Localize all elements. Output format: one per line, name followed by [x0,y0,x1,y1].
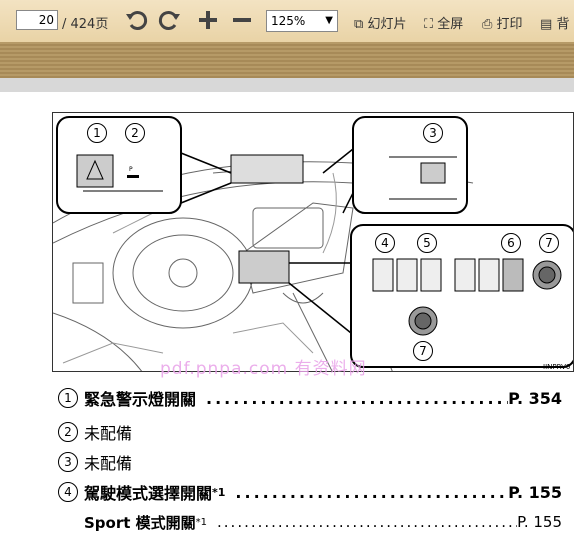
decorative-band [0,42,574,78]
page-reference[interactable]: P. 155 [508,483,562,502]
background-label: 背 [556,17,570,32]
background-icon: ▤ [540,17,553,32]
zoom-select[interactable]: 125% ▼ [266,10,338,32]
leader-dots: .................................. [235,482,508,502]
callout-2: 2 [125,123,145,143]
item-label: 駕駛模式選擇開關 [84,484,213,503]
item-label: Sport 模式開關 [84,513,196,532]
callout-3: 3 [423,123,443,143]
item-number: 1 [58,388,78,408]
figure-code: IINPRV0 [543,363,570,371]
item-number: 3 [58,452,78,472]
footnote-marker: *1 [212,485,226,499]
rotate-right-icon[interactable] [156,4,184,36]
list-item: 1 緊急警示燈開關 ..............................… [58,386,562,410]
document-page: P IINPRV0 1 2 3 4 5 6 7 7 pdf.pnpa.com 有… [0,92,574,542]
page-reference[interactable]: P. 354 [508,389,562,408]
slideshow-icon: ⧉ [354,17,364,32]
print-label: 打印 [496,17,523,32]
page-total: / 424页 [62,17,109,32]
page-reference[interactable]: P. 155 [517,513,562,531]
list-item: 2 未配備 [58,420,132,444]
callout-6: 6 [501,233,521,253]
list-item: 4 駕駛模式選擇開關 *1 ..........................… [58,480,562,504]
watermark: pdf.pnpa.com 有资料网 [160,359,367,379]
item-label: 未配備 [84,424,133,443]
fullscreen-button[interactable]: ⛶ 全屏 [424,13,463,32]
fullscreen-icon: ⛶ [424,17,434,32]
zoom-in-icon[interactable] [196,4,220,36]
callout-7b: 7 [413,341,433,361]
leader-dots: ........................................… [217,513,518,531]
svg-text:P: P [129,166,133,173]
callout-7a: 7 [539,233,559,253]
viewer-background [0,78,574,92]
footnote-marker: *1 [195,516,208,528]
print-button[interactable]: ⎙ 打印 [482,13,523,32]
page-number-input[interactable]: 20 [16,10,58,30]
prev-page-icon[interactable]: ) [0,12,1,27]
background-button[interactable]: ▤ 背 [540,13,569,32]
item-number: 4 [58,482,78,502]
fullscreen-label: 全屏 [437,17,464,32]
callout-5: 5 [417,233,437,253]
callout-1: 1 [87,123,107,143]
item-label: 緊急警示燈開關 [84,390,197,409]
list-item: 3 未配備 [58,450,132,474]
slideshow-label: 幻灯片 [367,17,407,32]
slideshow-button[interactable]: ⧉ 幻灯片 [354,13,406,32]
dashboard-drawing: P IINPRV0 [53,116,573,371]
pdf-toolbar: ) 20 / 424页 125% ▼ ⧉ 幻灯片 ⛶ 全屏 ⎙ 打印 ▤ 背 [0,0,574,43]
chevron-down-icon: ▼ [325,15,333,26]
item-number: 2 [58,422,78,442]
print-icon: ⎙ [482,17,493,32]
rotate-left-icon[interactable] [122,4,150,36]
list-item: Sport 模式開關 *1 ..........................… [84,510,562,534]
zoom-value: 125% [271,14,306,28]
dashboard-illustration: P IINPRV0 1 2 3 4 5 6 7 7 [52,112,574,372]
leader-dots: .................................. [206,388,509,408]
zoom-out-icon[interactable] [230,4,254,36]
callout-4: 4 [375,233,395,253]
item-label: 未配備 [84,454,133,473]
